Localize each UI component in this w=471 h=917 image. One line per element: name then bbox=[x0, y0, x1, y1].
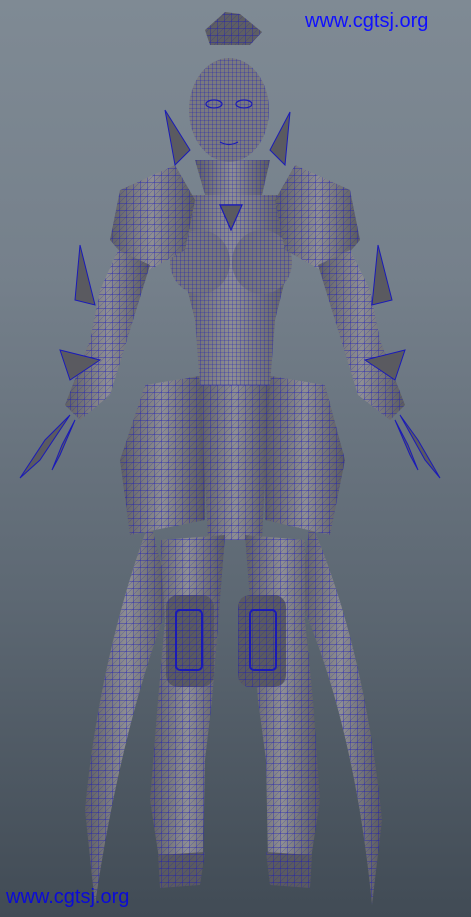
character-wireframe-model bbox=[19, 12, 441, 905]
watermark-top-right: www.cgtsj.org bbox=[305, 10, 429, 32]
viewport: www.cgtsj.org www.cgtsj.org bbox=[0, 0, 471, 917]
head bbox=[189, 12, 269, 162]
watermark-bottom-left: www.cgtsj.org bbox=[6, 886, 130, 908]
feet bbox=[158, 852, 312, 888]
hip-armor bbox=[120, 375, 345, 540]
shoulder-left bbox=[110, 109, 195, 275]
